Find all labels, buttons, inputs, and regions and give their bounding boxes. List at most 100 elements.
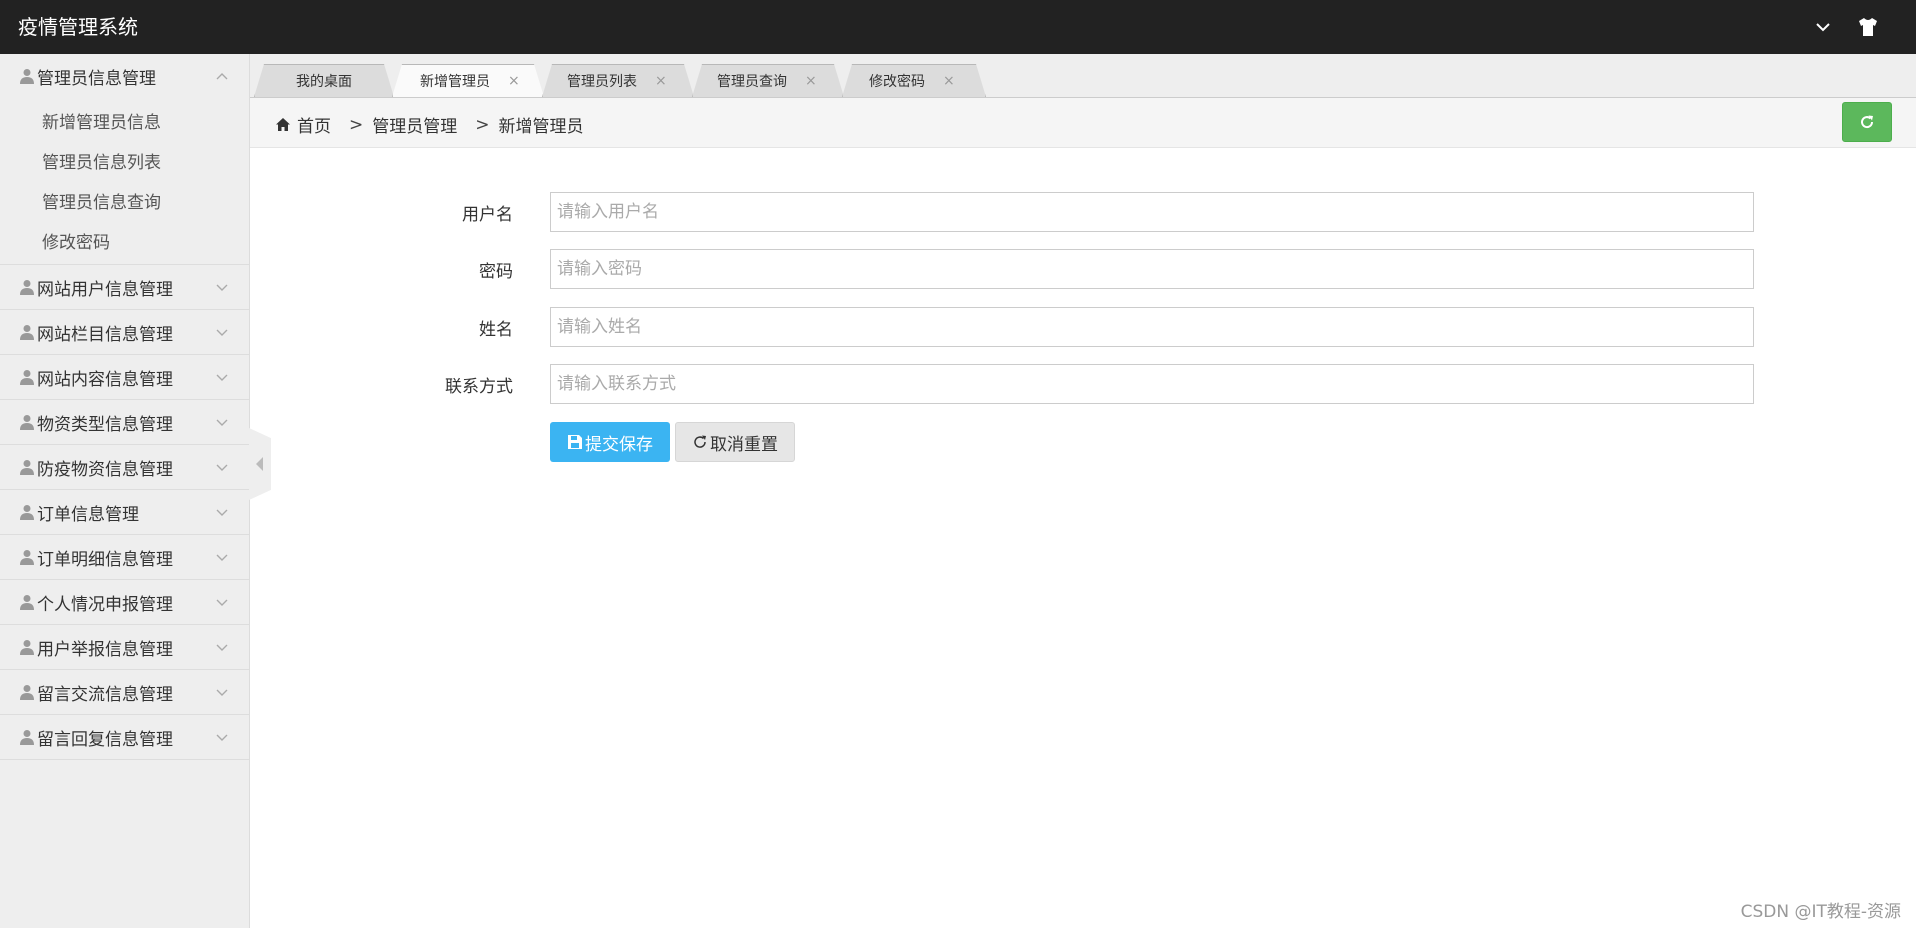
username-input[interactable] xyxy=(550,192,1754,232)
tab-label: 我的桌面 xyxy=(296,73,352,90)
sidebar-group-epidemic-materials: 防疫物资信息管理 xyxy=(0,445,249,490)
sidebar-group-label: 订单明细信息管理 xyxy=(37,549,173,570)
realname-label: 姓名 xyxy=(479,320,513,340)
watermark: CSDN @IT教程-资源 xyxy=(1740,902,1901,922)
sidebar-group-label: 管理员信息管理 xyxy=(37,68,156,89)
add-admin-form: 用户名 密码 姓名 联系方式 提交保存 取消重置 xyxy=(250,148,1916,928)
contact-input[interactable] xyxy=(550,364,1754,404)
sidebar-group-material-types: 物资类型信息管理 xyxy=(0,400,249,445)
chevron-down-icon xyxy=(216,689,228,696)
user-icon xyxy=(20,595,34,610)
sidebar-group-header[interactable]: 留言交流信息管理 xyxy=(0,670,249,714)
contact-label: 联系方式 xyxy=(445,377,513,397)
sidebar-group-site-columns: 网站栏目信息管理 xyxy=(0,310,249,355)
sidebar-group-header[interactable]: 防疫物资信息管理 xyxy=(0,445,249,489)
sidebar-group-header[interactable]: 物资类型信息管理 xyxy=(0,400,249,444)
sidebar-group-header[interactable]: 个人情况申报管理 xyxy=(0,580,249,624)
user-icon xyxy=(20,280,34,295)
sidebar-group-header[interactable]: 网站用户信息管理 xyxy=(0,265,249,309)
sidebar-group-label: 网站用户信息管理 xyxy=(37,279,173,300)
breadcrumb-separator: > xyxy=(475,114,490,135)
close-icon[interactable]: × xyxy=(943,73,955,89)
sidebar-group-label: 物资类型信息管理 xyxy=(37,414,173,435)
sidebar-group-header[interactable]: 网站内容信息管理 xyxy=(0,355,249,399)
chevron-down-icon xyxy=(216,329,228,336)
top-bar: 疫情管理系统 xyxy=(0,0,1916,54)
sidebar-sub-list: 新增管理员信息 管理员信息列表 管理员信息查询 修改密码 xyxy=(0,98,249,264)
sidebar-group-site-content: 网站内容信息管理 xyxy=(0,355,249,400)
password-label: 密码 xyxy=(479,262,513,282)
tab-label: 新增管理员 xyxy=(420,73,490,90)
user-icon xyxy=(20,550,34,565)
tab-add-admin[interactable]: 新增管理员 × xyxy=(392,64,544,97)
breadcrumb-bar: 首页 > 管理员管理 > 新增管理员 xyxy=(250,98,1916,148)
sidebar-group-header[interactable]: 网站栏目信息管理 xyxy=(0,310,249,354)
sidebar-group-header[interactable]: 订单明细信息管理 xyxy=(0,535,249,579)
cancel-reset-button[interactable]: 取消重置 xyxy=(675,422,795,462)
home-icon xyxy=(276,118,290,131)
tshirt-icon[interactable] xyxy=(1856,15,1880,39)
breadcrumb-separator: > xyxy=(349,114,364,135)
close-icon[interactable]: × xyxy=(655,73,667,89)
realname-input[interactable] xyxy=(550,307,1754,347)
chevron-down-icon xyxy=(216,554,228,561)
tab-desktop[interactable]: 我的桌面 xyxy=(254,64,394,97)
reset-label: 取消重置 xyxy=(710,434,778,455)
chevron-down-icon xyxy=(216,374,228,381)
submit-label: 提交保存 xyxy=(585,434,653,455)
chevron-down-icon xyxy=(216,419,228,426)
chevron-down-icon xyxy=(216,644,228,651)
refresh-button[interactable] xyxy=(1842,102,1892,142)
chevron-down-icon xyxy=(216,734,228,741)
sidebar-group-label: 留言回复信息管理 xyxy=(37,729,173,750)
user-icon xyxy=(20,69,34,84)
sidebar-group-header[interactable]: 订单信息管理 xyxy=(0,490,249,534)
user-icon xyxy=(20,685,34,700)
sidebar-item-add-admin[interactable]: 新增管理员信息 xyxy=(0,100,249,140)
sidebar-group-header[interactable]: 用户举报信息管理 xyxy=(0,625,249,669)
chevron-down-icon[interactable] xyxy=(1812,16,1834,38)
tab-admin-list[interactable]: 管理员列表 × xyxy=(542,64,694,97)
sidebar-group-order-details: 订单明细信息管理 xyxy=(0,535,249,580)
user-icon xyxy=(20,460,34,475)
chevron-down-icon xyxy=(216,464,228,471)
sidebar-group-admin-header[interactable]: 管理员信息管理 xyxy=(0,54,249,98)
sidebar-group-user-reports: 用户举报信息管理 xyxy=(0,625,249,670)
sidebar-group-site-users: 网站用户信息管理 xyxy=(0,265,249,310)
tab-change-password[interactable]: 修改密码 × xyxy=(842,64,986,97)
breadcrumb-current: 新增管理员 xyxy=(498,117,584,137)
breadcrumb-level1[interactable]: 管理员管理 xyxy=(372,112,457,137)
tab-label: 修改密码 xyxy=(869,73,925,90)
user-icon xyxy=(20,325,34,340)
sidebar-group-label: 网站栏目信息管理 xyxy=(37,324,173,345)
chevron-down-icon xyxy=(216,599,228,606)
user-icon xyxy=(20,370,34,385)
chevron-down-icon xyxy=(216,509,228,516)
user-icon xyxy=(20,505,34,520)
sidebar-item-change-password[interactable]: 修改密码 xyxy=(0,220,249,260)
tab-admin-query[interactable]: 管理员查询 × xyxy=(692,64,844,97)
user-icon xyxy=(20,730,34,745)
sidebar-group-label: 网站内容信息管理 xyxy=(37,369,173,390)
sidebar-item-admin-list[interactable]: 管理员信息列表 xyxy=(0,140,249,180)
sidebar-group-label: 个人情况申报管理 xyxy=(37,594,173,615)
password-input[interactable] xyxy=(550,249,1754,289)
sidebar-group-messages: 留言交流信息管理 xyxy=(0,670,249,715)
app-title: 疫情管理系统 xyxy=(18,15,138,39)
close-icon[interactable]: × xyxy=(508,73,520,89)
submit-save-button[interactable]: 提交保存 xyxy=(550,422,670,462)
username-label: 用户名 xyxy=(462,205,513,225)
sidebar-group-label: 留言交流信息管理 xyxy=(37,684,173,705)
breadcrumb-home[interactable]: 首页 xyxy=(297,112,331,137)
save-icon xyxy=(568,435,582,449)
sidebar-group-label: 订单信息管理 xyxy=(37,504,139,525)
user-icon xyxy=(20,415,34,430)
sidebar-group-admin: 管理员信息管理 新增管理员信息 管理员信息列表 管理员信息查询 修改密码 xyxy=(0,54,249,265)
breadcrumb: 首页 > 管理员管理 > 新增管理员 xyxy=(275,112,584,137)
sidebar-group-header[interactable]: 留言回复信息管理 xyxy=(0,715,249,759)
sidebar-group-message-replies: 留言回复信息管理 xyxy=(0,715,249,760)
sidebar-item-admin-query[interactable]: 管理员信息查询 xyxy=(0,180,249,220)
sidebar-group-label: 用户举报信息管理 xyxy=(37,639,173,660)
close-icon[interactable]: × xyxy=(805,73,817,89)
sidebar-group-label: 防疫物资信息管理 xyxy=(37,459,173,480)
